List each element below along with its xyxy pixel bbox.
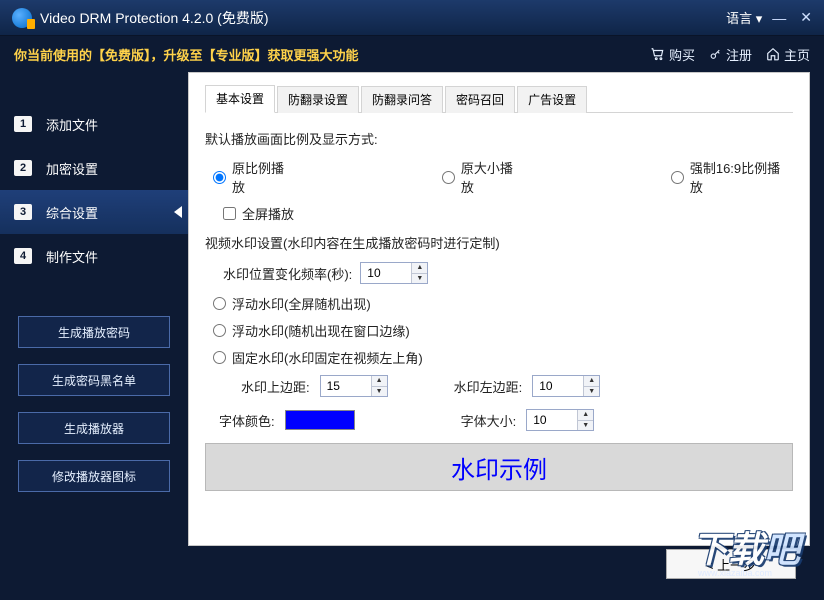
app-logo-icon bbox=[12, 8, 32, 28]
spinner-down-icon[interactable]: ▼ bbox=[412, 274, 427, 284]
tab-3[interactable]: 密码召回 bbox=[445, 86, 515, 113]
aspect-option-1[interactable]: 原大小播放 bbox=[442, 158, 526, 196]
step-2[interactable]: 2 加密设置 bbox=[0, 146, 188, 190]
margin-left-spinner[interactable]: ▲▼ bbox=[532, 375, 600, 397]
watermark-mode-group: 浮动水印(全屏随机出现) 浮动水印(随机出现在窗口边缘) 固定水印(水印固定在视… bbox=[205, 294, 793, 367]
wm-radio-1[interactable] bbox=[213, 324, 226, 337]
step-label: 制作文件 bbox=[46, 247, 98, 266]
main-panel: 基本设置防翻录设置防翻录问答密码召回广告设置 默认播放画面比例及显示方式: 原比… bbox=[188, 72, 810, 546]
tab-4[interactable]: 广告设置 bbox=[517, 86, 587, 113]
home-link[interactable]: 主页 bbox=[766, 45, 810, 64]
wm-radio-0[interactable] bbox=[213, 297, 226, 310]
window-title: Video DRM Protection 4.2.0 (免费版) bbox=[40, 8, 726, 28]
freq-spinner[interactable]: ▲▼ bbox=[360, 262, 428, 284]
window-controls: — ✕ bbox=[772, 9, 812, 26]
side-button-1[interactable]: 生成密码黑名单 bbox=[18, 364, 170, 396]
step-num: 3 bbox=[14, 204, 32, 220]
side-button-0[interactable]: 生成播放密码 bbox=[18, 316, 170, 348]
font-size-spinner[interactable]: ▲▼ bbox=[526, 409, 594, 431]
spinner-up-icon[interactable]: ▲ bbox=[578, 410, 593, 421]
step-label: 综合设置 bbox=[46, 203, 98, 222]
margin-top-label: 水印上边距: bbox=[241, 377, 310, 396]
wm-option-2[interactable]: 固定水印(水印固定在视频左上角) bbox=[213, 348, 793, 367]
key-icon bbox=[709, 48, 722, 61]
tab-content-basic: 默认播放画面比例及显示方式: 原比例播放 原大小播放 强制16:9比例播放 全屏… bbox=[205, 113, 793, 533]
spinner-down-icon[interactable]: ▼ bbox=[372, 387, 387, 397]
spinner-up-icon[interactable]: ▲ bbox=[584, 376, 599, 387]
spinner-down-icon[interactable]: ▼ bbox=[578, 421, 593, 431]
watermark-preview: 水印示例 bbox=[205, 443, 793, 491]
side-button-3[interactable]: 修改播放器图标 bbox=[18, 460, 170, 492]
side-button-2[interactable]: 生成播放器 bbox=[18, 412, 170, 444]
cart-icon bbox=[651, 47, 665, 61]
wm-option-1[interactable]: 浮动水印(随机出现在窗口边缘) bbox=[213, 321, 793, 340]
margin-left-input[interactable] bbox=[533, 376, 583, 396]
aspect-option-0[interactable]: 原比例播放 bbox=[213, 158, 297, 196]
margin-left-label: 水印左边距: bbox=[454, 377, 523, 396]
font-size-label: 字体大小: bbox=[461, 411, 517, 430]
spinner-down-icon[interactable]: ▼ bbox=[584, 387, 599, 397]
aspect-section-title: 默认播放画面比例及显示方式: bbox=[205, 129, 793, 148]
freq-label: 水印位置变化频率(秒): bbox=[223, 264, 352, 283]
margin-top-input[interactable] bbox=[321, 376, 371, 396]
home-icon bbox=[766, 47, 780, 61]
tabs-bar: 基本设置防翻录设置防翻录问答密码召回广告设置 bbox=[205, 87, 793, 113]
fullscreen-checkbox[interactable] bbox=[223, 207, 236, 220]
margin-top-spinner[interactable]: ▲▼ bbox=[320, 375, 388, 397]
spinner-up-icon[interactable]: ▲ bbox=[412, 263, 427, 274]
aspect-option-2[interactable]: 强制16:9比例播放 bbox=[671, 158, 793, 196]
step-label: 添加文件 bbox=[46, 115, 98, 134]
freq-input[interactable] bbox=[361, 263, 411, 283]
aspect-radio-group: 原比例播放 原大小播放 强制16:9比例播放 bbox=[213, 158, 793, 196]
watermark-section-title: 视频水印设置(水印内容在生成播放密码时进行定制) bbox=[205, 233, 793, 252]
register-link[interactable]: 注册 bbox=[709, 45, 752, 64]
tab-0[interactable]: 基本设置 bbox=[205, 85, 275, 113]
fullscreen-checkbox-label[interactable]: 全屏播放 bbox=[223, 204, 294, 223]
aspect-radio-2[interactable] bbox=[671, 171, 684, 184]
panel-footer: < 上一步 bbox=[188, 546, 810, 586]
minimize-icon[interactable]: — bbox=[772, 10, 786, 26]
sidebar: 1 添加文件 2 加密设置 3 综合设置 4 制作文件 生成播放密码生成密码黑名单生成播放器修… bbox=[0, 72, 188, 600]
prev-button[interactable]: < 上一步 bbox=[666, 549, 796, 579]
step-num: 1 bbox=[14, 116, 32, 132]
language-dropdown[interactable]: 语言 ▾ bbox=[726, 8, 762, 27]
upgrade-message: 你当前使用的【免费版】，升级至【专业版】获取更强大功能 bbox=[14, 45, 359, 64]
info-bar: 你当前使用的【免费版】，升级至【专业版】获取更强大功能 购买 注册 主页 bbox=[0, 36, 824, 72]
aspect-radio-0[interactable] bbox=[213, 171, 226, 184]
font-size-input[interactable] bbox=[527, 410, 577, 430]
step-3[interactable]: 3 综合设置 bbox=[0, 190, 188, 234]
tab-2[interactable]: 防翻录问答 bbox=[361, 86, 443, 113]
step-num: 4 bbox=[14, 248, 32, 264]
aspect-radio-1[interactable] bbox=[442, 171, 455, 184]
font-color-label: 字体颜色: bbox=[219, 411, 275, 430]
font-color-swatch[interactable] bbox=[285, 410, 355, 430]
step-num: 2 bbox=[14, 160, 32, 176]
title-bar: Video DRM Protection 4.2.0 (免费版) 语言 ▾ — … bbox=[0, 0, 824, 36]
spinner-up-icon[interactable]: ▲ bbox=[372, 376, 387, 387]
step-4[interactable]: 4 制作文件 bbox=[0, 234, 188, 278]
buy-link[interactable]: 购买 bbox=[651, 45, 695, 64]
tab-1[interactable]: 防翻录设置 bbox=[277, 86, 359, 113]
step-1[interactable]: 1 添加文件 bbox=[0, 102, 188, 146]
wm-radio-2[interactable] bbox=[213, 351, 226, 364]
step-label: 加密设置 bbox=[46, 159, 98, 178]
close-icon[interactable]: ✕ bbox=[800, 9, 812, 26]
wm-option-0[interactable]: 浮动水印(全屏随机出现) bbox=[213, 294, 793, 313]
